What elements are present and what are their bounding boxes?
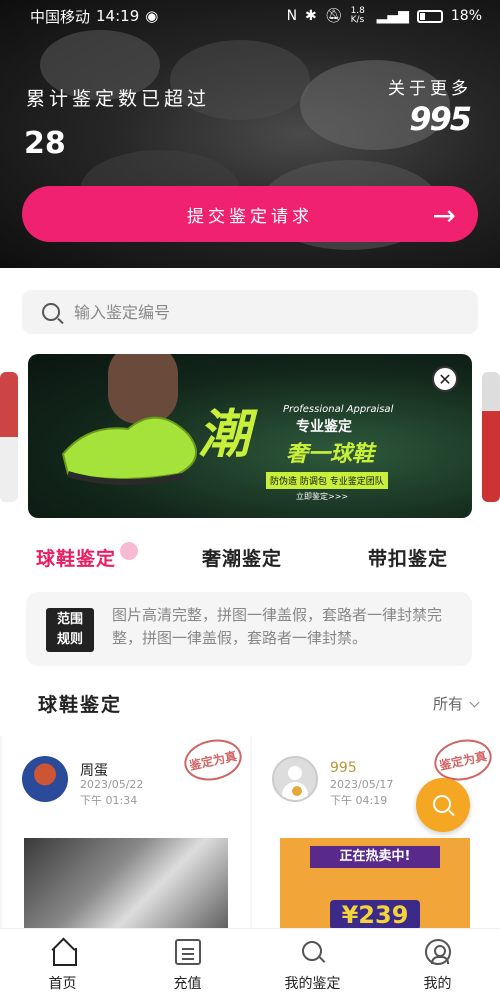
carousel-prev-card[interactable] bbox=[0, 372, 18, 502]
promo-price: ¥239 bbox=[330, 900, 420, 930]
nav-label: 我的鉴定 bbox=[284, 976, 341, 992]
appraisal-time: 下午 04:19 bbox=[330, 794, 388, 807]
document-icon bbox=[174, 939, 201, 965]
nav-profile[interactable]: 我的 bbox=[375, 929, 500, 1000]
search-icon bbox=[42, 303, 60, 321]
user-icon bbox=[424, 939, 451, 965]
appraisal-time: 下午 01:34 bbox=[80, 794, 138, 807]
signal-icon: ▂▄▆ bbox=[376, 8, 409, 24]
appraisal-date: 2023/05/22 bbox=[80, 778, 144, 791]
section-title: 球鞋鉴定 bbox=[38, 694, 123, 716]
verified-badge-icon bbox=[290, 784, 304, 798]
promo-photo[interactable]: 正在热卖中! ¥239 bbox=[280, 838, 470, 938]
filter-dropdown[interactable]: 所有 bbox=[432, 693, 480, 714]
magnifier-icon bbox=[300, 939, 326, 965]
nav-recharge[interactable]: 充值 bbox=[125, 929, 250, 1000]
banner-pro-text: 专业鉴定 bbox=[296, 419, 352, 435]
touch-indicator bbox=[120, 542, 138, 560]
search-input[interactable] bbox=[74, 302, 434, 322]
appraisal-card[interactable]: 周蛋 2023/05/22 下午 01:34 鉴定为真 bbox=[2, 734, 250, 938]
submit-appraisal-label: 提交鉴定请求 bbox=[187, 206, 313, 227]
tab-buckle-appraisal[interactable]: 带扣鉴定 bbox=[368, 544, 448, 571]
nav-label: 首页 bbox=[48, 976, 77, 992]
bottom-navigation: 首页 充值 我的鉴定 我的 bbox=[0, 928, 500, 1000]
submit-appraisal-button[interactable]: 提交鉴定请求 → bbox=[22, 186, 478, 242]
sneaker-photo[interactable] bbox=[24, 838, 228, 938]
nav-label: 充值 bbox=[173, 976, 202, 992]
banner-title: 潮 bbox=[198, 405, 251, 465]
net-speed: 1.8 K/s bbox=[350, 6, 365, 25]
appraisal-card[interactable]: 995 2023/05/17 下午 04:19 鉴定为真 正在热卖中! ¥239 bbox=[252, 734, 500, 938]
eye-icon: ◉ bbox=[145, 7, 159, 25]
avatar[interactable] bbox=[22, 756, 68, 802]
user-name: 周蛋 bbox=[80, 763, 108, 779]
nav-home[interactable]: 首页 bbox=[0, 929, 125, 1000]
scope-rules-badge: 范围 规则 bbox=[46, 608, 94, 652]
bluetooth-icon: ✱ bbox=[305, 8, 317, 24]
promo-band-text: 正在热卖中! bbox=[310, 846, 440, 868]
clock: 14:19 bbox=[96, 7, 140, 25]
chevron-down-icon bbox=[469, 697, 480, 708]
user-name: 995 bbox=[330, 760, 357, 776]
nav-my-appraisals[interactable]: 我的鉴定 bbox=[250, 929, 375, 1000]
scope-rules-box: 范围 规则 图片高清完整，拼图一律盖假，套路者一律封禁完整，拼图一律盖假，套路者… bbox=[26, 592, 472, 666]
search-icon bbox=[433, 795, 451, 813]
tab-sneaker-appraisal[interactable]: 球鞋鉴定 bbox=[36, 544, 116, 571]
banner-cta-link[interactable]: 立即鉴定>>> bbox=[296, 491, 348, 502]
nfc-icon: N bbox=[286, 8, 298, 24]
close-icon[interactable]: ✕ bbox=[432, 366, 458, 392]
appraisal-date: 2023/05/17 bbox=[330, 778, 394, 791]
mute-icon: 🔕︎ bbox=[324, 8, 343, 24]
scope-rules-text: 图片高清完整，拼图一律盖假，套路者一律封禁完整，拼图一律盖假，套路者一律封禁。 bbox=[112, 606, 443, 647]
authentic-stamp: 鉴定为真 bbox=[180, 734, 246, 786]
banner-subtitle: 奢一球鞋 bbox=[286, 442, 375, 467]
banner-tagline: 防伪造 防调包 专业鉴定团队 bbox=[266, 472, 388, 489]
banner-shoe-image bbox=[61, 416, 197, 486]
appraisal-list: 周蛋 2023/05/22 下午 01:34 鉴定为真 995 2023/05/… bbox=[0, 734, 500, 938]
brand-logo[interactable]: 995 bbox=[409, 100, 472, 138]
filter-value: 所有 bbox=[432, 695, 463, 713]
banner-en-text: Professional Appraisal bbox=[283, 404, 394, 415]
search-bar[interactable] bbox=[22, 290, 478, 334]
tab-luxury-appraisal[interactable]: 奢潮鉴定 bbox=[202, 544, 282, 571]
battery-level: 18% bbox=[450, 8, 482, 24]
category-tabs: 球鞋鉴定 奢潮鉴定 带扣鉴定 bbox=[0, 542, 500, 580]
arrow-right-icon: → bbox=[432, 199, 456, 232]
carousel-next-card[interactable] bbox=[482, 372, 500, 502]
about-more-link[interactable]: 关于更多 bbox=[388, 74, 472, 99]
status-bar: 中国移动 14:19 ◉ N ✱ 🔕︎ 1.8 K/s ▂▄▆ 18% bbox=[0, 0, 500, 32]
floating-search-button[interactable] bbox=[416, 778, 470, 832]
promo-banner[interactable]: 潮 Professional Appraisal 专业鉴定 奢一球鞋 防伪造 防… bbox=[28, 354, 472, 518]
home-icon bbox=[50, 939, 77, 966]
carrier-name: 中国移动 bbox=[30, 7, 91, 26]
total-count-value: 28 bbox=[24, 126, 66, 161]
battery-icon bbox=[416, 9, 443, 23]
nav-label: 我的 bbox=[423, 976, 452, 992]
total-count-label: 累计鉴定数已超过 bbox=[26, 88, 211, 110]
hero-section: 中国移动 14:19 ◉ N ✱ 🔕︎ 1.8 K/s ▂▄▆ 18% 累计鉴定… bbox=[0, 0, 500, 268]
